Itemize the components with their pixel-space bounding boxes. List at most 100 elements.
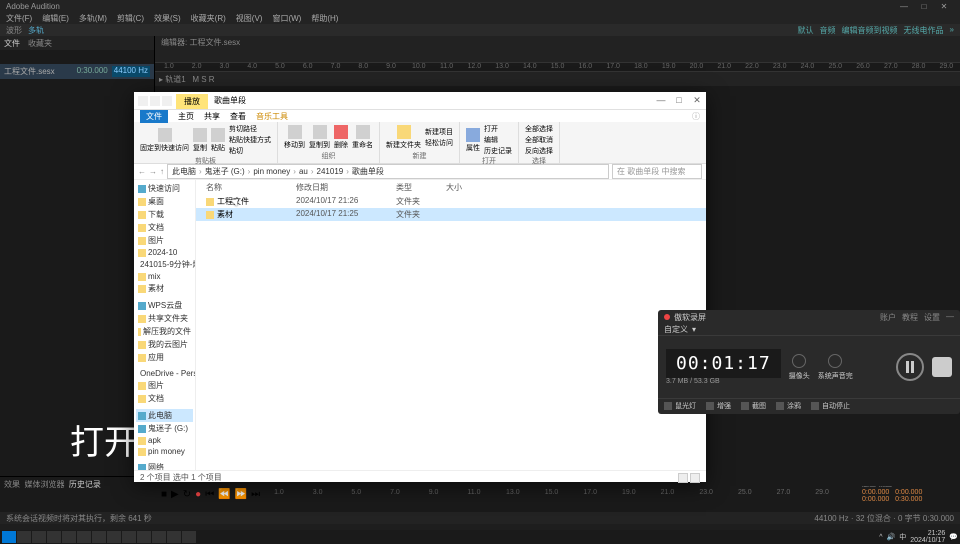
taskbar-app[interactable] — [32, 531, 46, 543]
workspace-radio[interactable]: 无线电作品 — [904, 25, 944, 36]
menu-multitrack[interactable]: 多轨(M) — [79, 13, 107, 24]
screenshot-button[interactable]: 截图 — [741, 401, 766, 411]
nav-pane[interactable]: 快速访问 桌面 下载 文档 图片 2024-10 241015-9分钟-爆草 m… — [134, 180, 196, 470]
copy-button[interactable]: 复制 — [193, 128, 207, 153]
file-list[interactable]: 名称修改日期类型大小 工程文件 2024/10/17 21:26文件夹 素材 2… — [196, 180, 706, 470]
delete-button[interactable]: 删除 — [334, 125, 348, 150]
clock[interactable]: 21:262024/10/17 — [910, 530, 945, 544]
transport-prev-icon[interactable]: ⏮ — [205, 489, 214, 500]
ribbon-tab-file[interactable]: 文件 — [140, 110, 168, 123]
ribbon-tab-home[interactable]: 主页 — [178, 111, 194, 122]
menu-view[interactable]: 视图(V) — [236, 13, 263, 24]
newfolder-button[interactable]: 新建文件夹 — [386, 125, 421, 150]
workspace-video[interactable]: 编辑音频到视频 — [842, 25, 898, 36]
workspace-default[interactable]: 默认 — [798, 25, 814, 36]
forward-button[interactable]: → — [149, 167, 157, 176]
stop-button[interactable] — [932, 357, 952, 377]
back-button[interactable]: ← — [138, 167, 146, 176]
taskbar-app[interactable] — [47, 531, 61, 543]
ribbon-tab-view[interactable]: 查看 — [230, 111, 246, 122]
nav-thispc[interactable]: 此电脑 — [136, 409, 193, 422]
properties-button[interactable]: 属性 — [466, 128, 480, 153]
explorer-titlebar[interactable]: 播放 歌曲单段 — □ ✕ — [134, 92, 706, 110]
taskbar-app[interactable] — [107, 531, 121, 543]
notification-icon[interactable]: 💬 — [949, 533, 958, 541]
taskbar-app[interactable] — [77, 531, 91, 543]
audio-toggle[interactable]: 系统声音完 — [818, 354, 853, 381]
editor-tab[interactable]: 编辑器: 工程文件.sesx — [155, 36, 960, 48]
menu-favorites[interactable]: 收藏夹(R) — [191, 13, 226, 24]
taskbar[interactable]: ^ 🔊 中 21:262024/10/17 💬 — [0, 530, 960, 544]
list-item[interactable]: 素材 2024/10/17 21:25文件夹 — [196, 208, 706, 221]
menu-window[interactable]: 窗口(W) — [272, 13, 301, 24]
menu-help[interactable]: 帮助(H) — [311, 13, 338, 24]
spotlight-toggle[interactable]: 鼠光灯 — [664, 401, 696, 411]
pause-button[interactable] — [896, 353, 924, 381]
moveto-button[interactable]: 移动到 — [284, 125, 305, 150]
transport-play-icon[interactable]: ▶ — [171, 489, 179, 500]
mode-multitrack[interactable]: 多轨 — [28, 25, 44, 36]
mode-waveform[interactable]: 波形 — [6, 25, 22, 36]
paste-button[interactable]: 粘贴 — [211, 128, 225, 153]
breadcrumb[interactable]: 此电脑› 鬼迷子 (G:)› pin money› au› 241019› 歌曲… — [167, 164, 609, 179]
tray-icon[interactable]: 🔊 — [887, 533, 896, 541]
workspace-audio[interactable]: 音频 — [820, 25, 836, 36]
tab-effect[interactable]: 效果 — [4, 480, 20, 489]
close-button[interactable]: ✕ — [688, 95, 706, 106]
ribbon-collapse-icon[interactable]: ⓘ — [692, 111, 700, 122]
menu-clip[interactable]: 剪辑(C) — [117, 13, 144, 24]
tray-icon[interactable]: ^ — [879, 534, 882, 541]
transport-next-icon[interactable]: ⏭ — [251, 489, 260, 500]
camera-toggle[interactable]: 摄像头 — [789, 354, 810, 381]
taskbar-app[interactable] — [17, 531, 31, 543]
track-header[interactable]: ▸ 轨道1 M S R — [155, 72, 960, 86]
transport-ffw-icon[interactable]: ⏩ — [235, 489, 247, 500]
view-large-icon[interactable] — [690, 473, 700, 483]
taskbar-app[interactable] — [137, 531, 151, 543]
maximize-button[interactable]: □ — [670, 95, 688, 106]
pin-button[interactable]: 固定到快速访问 — [140, 128, 189, 153]
taskbar-app[interactable] — [182, 531, 196, 543]
maximize-button[interactable]: □ — [914, 2, 934, 11]
draw-button[interactable]: 涂鸦 — [776, 401, 801, 411]
ribbon-tab-share[interactable]: 共享 — [204, 111, 220, 122]
start-button[interactable] — [2, 531, 16, 543]
file-item[interactable]: 工程文件.sesx 0:30.000 44100 Hz — [0, 64, 154, 79]
column-headers[interactable]: 名称修改日期类型大小 — [196, 180, 706, 195]
copyto-button[interactable]: 复制到 — [309, 125, 330, 150]
qat-icon[interactable] — [162, 96, 172, 106]
transport-record-icon[interactable]: ● — [195, 489, 201, 500]
taskbar-app[interactable] — [92, 531, 106, 543]
qat-icon[interactable] — [150, 96, 160, 106]
list-item[interactable]: 工程文件 2024/10/17 21:26文件夹 — [196, 195, 706, 208]
menu-edit[interactable]: 编辑(E) — [42, 13, 69, 24]
taskbar-app[interactable] — [62, 531, 76, 543]
tab-history[interactable]: 历史记录 — [69, 480, 101, 489]
taskbar-app[interactable] — [167, 531, 181, 543]
tab-files[interactable]: 文件 — [4, 38, 20, 49]
rename-button[interactable]: 重命名 — [352, 125, 373, 150]
recorder-titlebar[interactable]: 傲软录屏 账户 教程 设置 — — [658, 310, 960, 324]
taskbar-app[interactable] — [122, 531, 136, 543]
timeline-ruler[interactable]: 1.02.03.04.05.06.07.08.09.010.011.012.01… — [155, 62, 960, 72]
recorder-tab-tutorial[interactable]: 教程 — [902, 312, 918, 323]
menu-effects[interactable]: 效果(S) — [154, 13, 181, 24]
tray-icon[interactable]: 中 — [899, 532, 906, 542]
context-tab-play[interactable]: 播放 — [176, 94, 208, 109]
autostop-toggle[interactable]: 自动停止 — [811, 401, 850, 411]
minimize-button[interactable]: — — [894, 2, 914, 11]
up-button[interactable]: ↑ — [160, 167, 164, 176]
menu-file[interactable]: 文件(F) — [6, 13, 32, 24]
recorder-tab-settings[interactable]: 设置 — [924, 312, 940, 323]
minimize-button[interactable]: — — [652, 95, 670, 106]
recorder-mode[interactable]: 自定义 — [664, 324, 688, 335]
recorder-min-icon[interactable]: — — [946, 312, 954, 323]
transport-rew-icon[interactable]: ⏪ — [218, 489, 230, 500]
enhance-toggle[interactable]: 增强 — [706, 401, 731, 411]
close-button[interactable]: ✕ — [934, 2, 954, 11]
ribbon-tab-music[interactable]: 音乐工具 — [256, 111, 288, 122]
search-input[interactable]: 在 歌曲单段 中搜索 — [612, 164, 702, 179]
tab-favorites[interactable]: 收藏夹 — [28, 38, 52, 49]
transport-loop-icon[interactable]: ↻ — [183, 489, 191, 500]
recorder-tab-account[interactable]: 账户 — [880, 312, 896, 323]
